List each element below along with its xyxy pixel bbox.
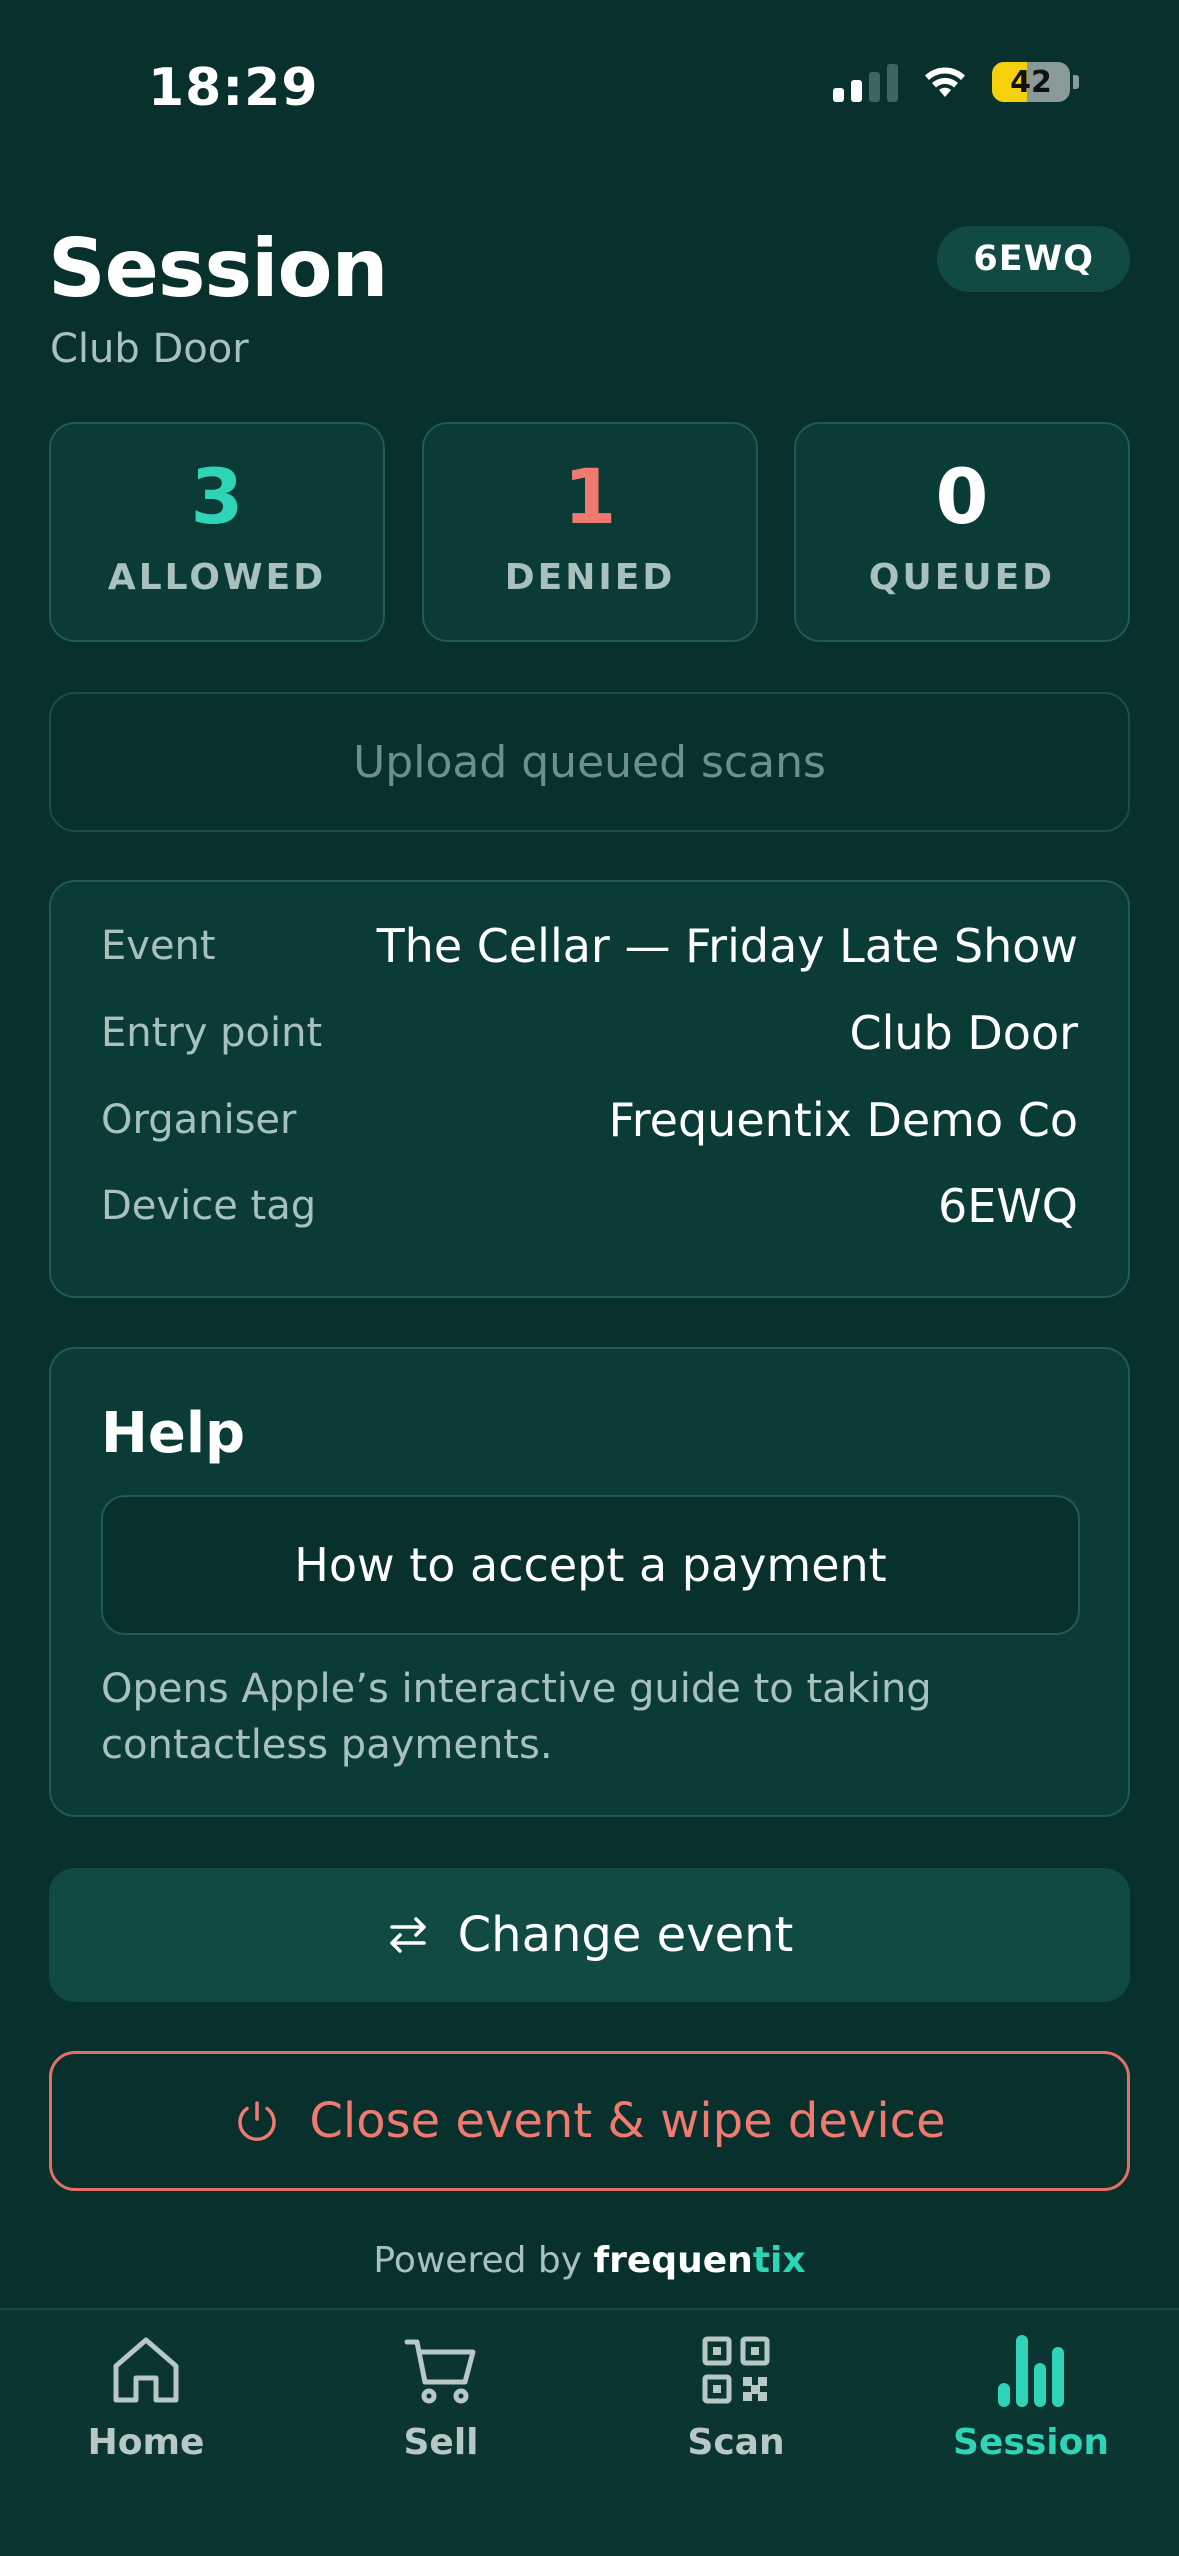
tab-label-scan: Scan <box>687 2422 785 2463</box>
powered-by-footer: Powered by frequentix <box>0 2240 1179 2281</box>
tab-bar: Home Sell Scan Session <box>0 2308 1179 2556</box>
battery-icon: 42 <box>992 62 1070 102</box>
stat-value-queued: 0 <box>935 451 989 541</box>
help-description: Opens Apple’s interactive guide to takin… <box>101 1666 932 1768</box>
stat-label-queued: QUEUED <box>868 556 1056 598</box>
tab-sell[interactable]: Sell <box>331 2330 551 2463</box>
info-label: Entry point <box>101 1010 323 1056</box>
brand-logo-main: frequen <box>593 2240 753 2281</box>
stat-label-denied: DENIED <box>504 556 676 598</box>
info-row-event: Event The Cellar — Friday Late Show <box>101 916 1078 976</box>
event-info-card: Event The Cellar — Friday Late Show Entr… <box>49 880 1130 1298</box>
wifi-icon <box>925 67 965 97</box>
page-subtitle: Club Door <box>50 326 249 372</box>
cart-icon <box>401 2330 481 2410</box>
info-value: The Cellar — Friday Late Show <box>376 919 1078 973</box>
page-title: Session <box>48 222 388 315</box>
info-value: 6EWQ <box>937 1179 1078 1233</box>
cellular-signal-icon <box>833 62 898 102</box>
info-row-organiser: Organiser Frequentix Demo Co <box>101 1090 1078 1150</box>
swap-arrows-icon <box>389 1917 426 1953</box>
tab-home[interactable]: Home <box>36 2330 256 2463</box>
stat-label-allowed: ALLOWED <box>107 556 327 598</box>
tab-scan[interactable]: Scan <box>626 2330 846 2463</box>
info-row-entry-point: Entry point Club Door <box>101 1003 1078 1063</box>
stat-value-denied: 1 <box>563 451 617 541</box>
tab-label-home: Home <box>87 2422 205 2463</box>
upload-queued-scans-button[interactable]: Upload queued scans <box>49 692 1130 832</box>
home-icon <box>106 2330 186 2410</box>
close-event-label: Close event & wipe device <box>309 2093 946 2149</box>
powered-by-label: Powered by <box>373 2240 583 2281</box>
status-bar: 18:29 42 <box>0 0 1179 160</box>
change-event-label: Change event <box>457 1907 794 1963</box>
info-row-device-tag: Device tag 6EWQ <box>101 1176 1078 1236</box>
help-title: Help <box>101 1401 246 1466</box>
power-icon <box>238 2101 277 2141</box>
tab-session[interactable]: Session <box>921 2330 1141 2463</box>
brand-logo-accent: tix <box>752 2240 806 2281</box>
info-value: Club Door <box>849 1006 1079 1060</box>
stat-card-denied: 1 DENIED <box>422 422 758 642</box>
battery-level: 42 <box>1010 64 1052 100</box>
stat-card-allowed: 3 ALLOWED <box>49 422 385 642</box>
status-icons: 42 <box>833 62 1079 102</box>
info-value: Frequentix Demo Co <box>608 1093 1078 1147</box>
stat-value-allowed: 3 <box>190 451 244 541</box>
qr-code-icon <box>696 2330 776 2410</box>
device-tag-badge: 6EWQ <box>937 226 1130 292</box>
help-card: Help How to accept a payment Opens Apple… <box>49 1347 1130 1817</box>
info-label: Organiser <box>101 1097 297 1143</box>
info-label: Device tag <box>101 1183 317 1229</box>
info-label: Event <box>101 923 216 969</box>
change-event-button[interactable]: Change event <box>49 1868 1130 2002</box>
close-event-wipe-device-button[interactable]: Close event & wipe device <box>49 2051 1130 2191</box>
stat-card-queued: 0 QUEUED <box>794 422 1130 642</box>
tab-label-sell: Sell <box>403 2422 479 2463</box>
payment-guide-button[interactable]: How to accept a payment <box>101 1495 1080 1635</box>
tab-label-session: Session <box>953 2422 1109 2463</box>
bar-chart-icon <box>991 2330 1071 2410</box>
status-time: 18:29 <box>148 58 319 118</box>
